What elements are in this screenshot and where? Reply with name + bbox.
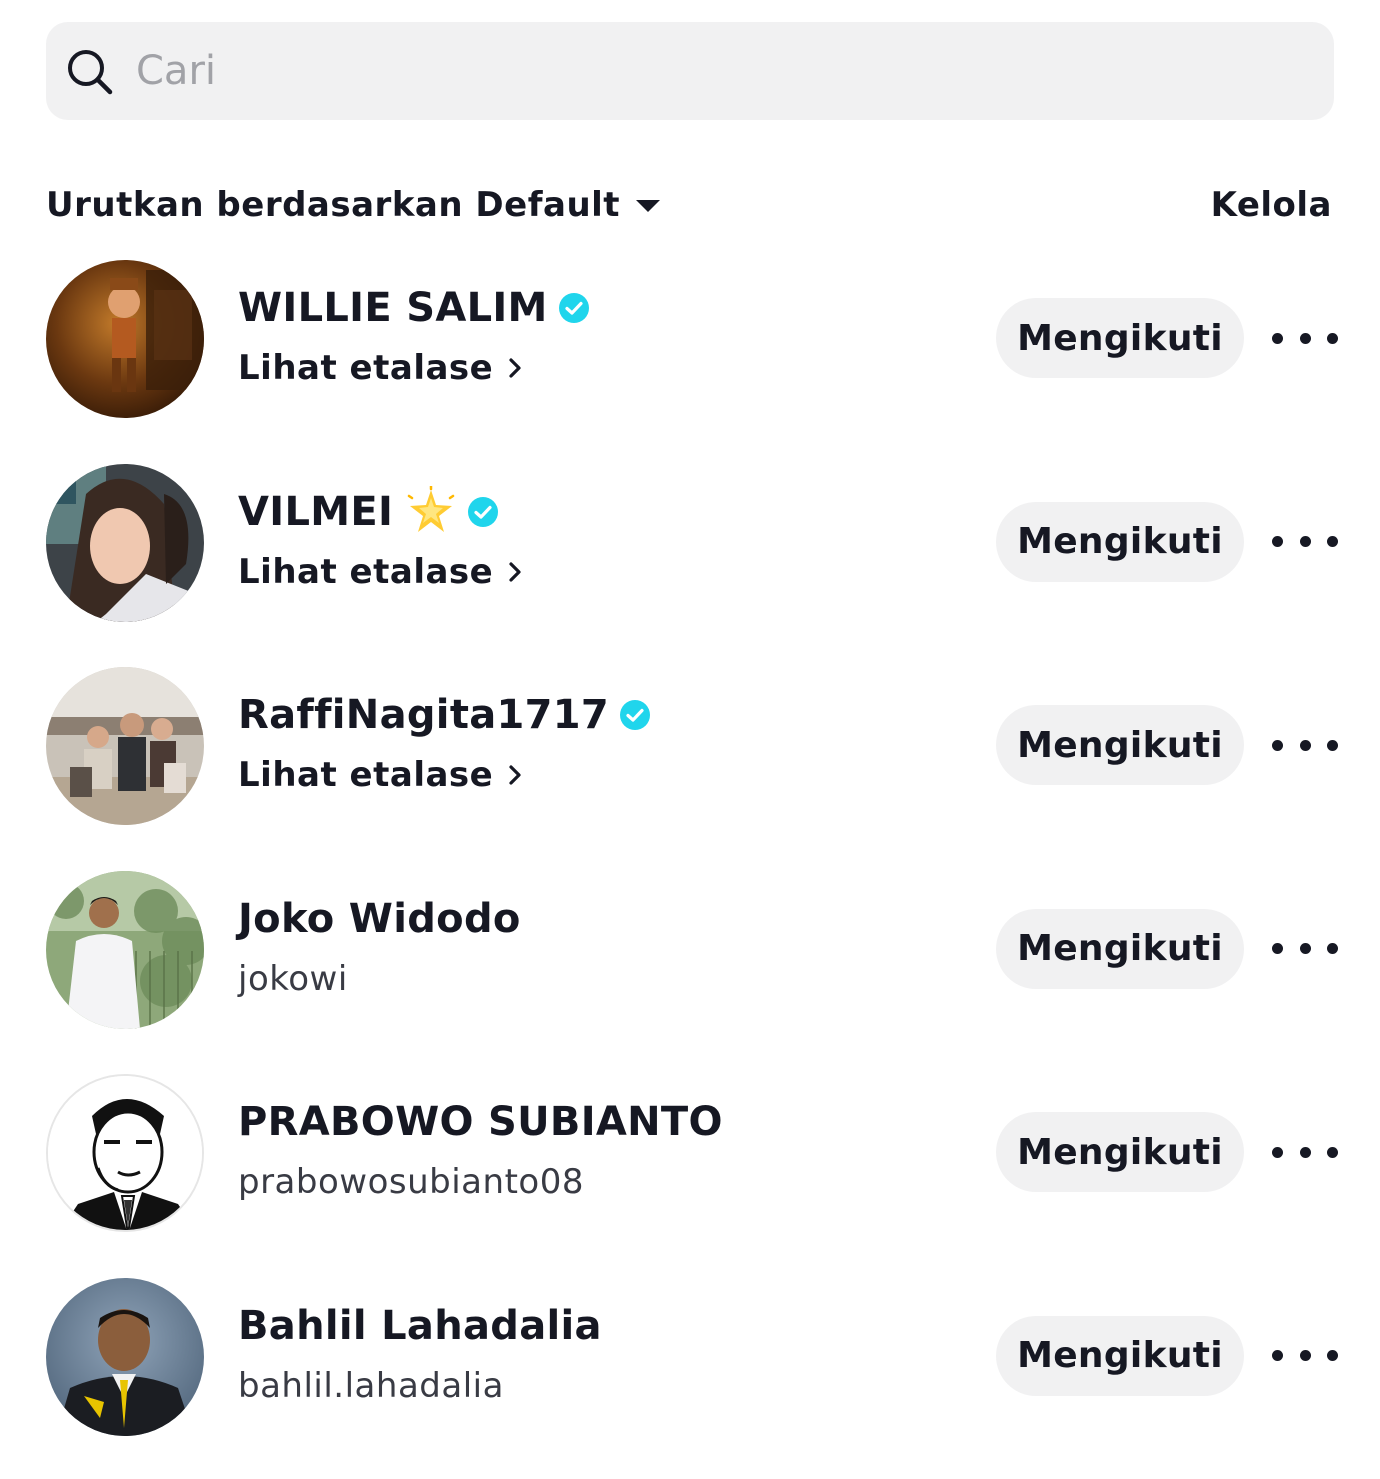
more-dot [1300, 943, 1311, 954]
more-options-button[interactable] [1272, 1336, 1338, 1376]
name-line: RaffiNagita1717 [238, 687, 958, 743]
caret-down-icon [636, 200, 660, 212]
verified-badge-icon [619, 699, 651, 731]
more-options-button[interactable] [1272, 318, 1338, 358]
user-info: PRABOWO SUBIANTO prabowosubianto08 [238, 1094, 958, 1206]
sort-dropdown[interactable]: Urutkan berdasarkan Default [46, 178, 660, 232]
glowing-star-icon [405, 486, 457, 538]
view-showcase-link[interactable]: Lihat etalase [238, 552, 523, 592]
sort-row: Urutkan berdasarkan Default Kelola [46, 178, 1334, 232]
more-dot [1300, 1147, 1311, 1158]
more-options-button[interactable] [1272, 929, 1338, 969]
user-info: RaffiNagita1717 Lihat etalase [238, 687, 958, 799]
manage-button[interactable]: Kelola [1211, 178, 1332, 232]
list-item[interactable]: RaffiNagita1717 Lihat etalase Mengikuti [0, 665, 1380, 869]
more-dot [1300, 1350, 1311, 1361]
view-showcase-link[interactable]: Lihat etalase [238, 348, 523, 388]
verified-badge-icon [467, 496, 499, 528]
following-button[interactable]: Mengikuti [996, 705, 1244, 785]
user-name[interactable]: VILMEI [238, 489, 393, 535]
more-dot [1272, 740, 1283, 751]
user-name[interactable]: Bahlil Lahadalia [238, 1303, 602, 1349]
avatar[interactable] [46, 871, 204, 1029]
user-info: VILMEI [238, 484, 958, 596]
view-showcase-label: Lihat etalase [238, 348, 493, 388]
username: jokowi [238, 959, 348, 999]
user-info: Bahlil Lahadalia bahlil.lahadalia [238, 1298, 958, 1410]
sub-line: prabowosubianto08 [238, 1158, 958, 1206]
sort-label: Urutkan berdasarkan Default [46, 185, 620, 225]
following-button[interactable]: Mengikuti [996, 502, 1244, 582]
user-info: WILLIE SALIM Lihat etalase [238, 280, 958, 392]
more-dot [1300, 740, 1311, 751]
more-dot [1327, 740, 1338, 751]
more-options-button[interactable] [1272, 1132, 1338, 1172]
name-line: Bahlil Lahadalia [238, 1298, 958, 1354]
following-list: WILLIE SALIM Lihat etalase Mengikuti [0, 258, 1380, 1479]
more-dot [1327, 1147, 1338, 1158]
avatar[interactable] [46, 1278, 204, 1436]
more-dot [1272, 1147, 1283, 1158]
more-dot [1327, 1350, 1338, 1361]
user-name[interactable]: WILLIE SALIM [238, 285, 548, 331]
more-dot [1272, 333, 1283, 344]
user-name[interactable]: RaffiNagita1717 [238, 692, 609, 738]
more-dot [1272, 536, 1283, 547]
chevron-right-icon [507, 560, 523, 584]
avatar[interactable] [46, 1074, 204, 1232]
name-line: Joko Widodo [238, 891, 958, 947]
name-line: WILLIE SALIM [238, 280, 958, 336]
more-dot [1327, 333, 1338, 344]
user-name[interactable]: PRABOWO SUBIANTO [238, 1099, 723, 1145]
more-dot [1327, 536, 1338, 547]
more-options-button[interactable] [1272, 725, 1338, 765]
more-dot [1300, 333, 1311, 344]
chevron-right-icon [507, 763, 523, 787]
sub-line: Lihat etalase [238, 548, 958, 596]
list-item[interactable]: VILMEI [0, 462, 1380, 666]
list-item[interactable]: Bahlil Lahadalia bahlil.lahadalia Mengik… [0, 1276, 1380, 1479]
view-showcase-label: Lihat etalase [238, 755, 493, 795]
sub-line: jokowi [238, 955, 958, 1003]
view-showcase-link[interactable]: Lihat etalase [238, 755, 523, 795]
more-options-button[interactable] [1272, 522, 1338, 562]
user-name[interactable]: Joko Widodo [238, 896, 521, 942]
more-dot [1300, 536, 1311, 547]
list-item[interactable]: Joko Widodo jokowi Mengikuti [0, 869, 1380, 1073]
sub-line: bahlil.lahadalia [238, 1362, 958, 1410]
avatar[interactable] [46, 464, 204, 622]
following-button[interactable]: Mengikuti [996, 1112, 1244, 1192]
username: prabowosubianto08 [238, 1162, 584, 1202]
following-button[interactable]: Mengikuti [996, 298, 1244, 378]
following-button[interactable]: Mengikuti [996, 909, 1244, 989]
more-dot [1272, 943, 1283, 954]
more-dot [1272, 1350, 1283, 1361]
sub-line: Lihat etalase [238, 751, 958, 799]
search-icon [64, 46, 114, 96]
username: bahlil.lahadalia [238, 1366, 504, 1406]
search-input[interactable] [136, 22, 1296, 120]
following-button[interactable]: Mengikuti [996, 1316, 1244, 1396]
sub-line: Lihat etalase [238, 344, 958, 392]
name-line: PRABOWO SUBIANTO [238, 1094, 958, 1150]
list-item[interactable]: PRABOWO SUBIANTO prabowosubianto08 Mengi… [0, 1072, 1380, 1276]
verified-badge-icon [558, 292, 590, 324]
avatar[interactable] [46, 667, 204, 825]
avatar[interactable] [46, 260, 204, 418]
search-bar[interactable] [46, 22, 1334, 120]
chevron-right-icon [507, 356, 523, 380]
name-line: VILMEI [238, 484, 958, 540]
view-showcase-label: Lihat etalase [238, 552, 493, 592]
list-item[interactable]: WILLIE SALIM Lihat etalase Mengikuti [0, 258, 1380, 462]
more-dot [1327, 943, 1338, 954]
user-info: Joko Widodo jokowi [238, 891, 958, 1003]
